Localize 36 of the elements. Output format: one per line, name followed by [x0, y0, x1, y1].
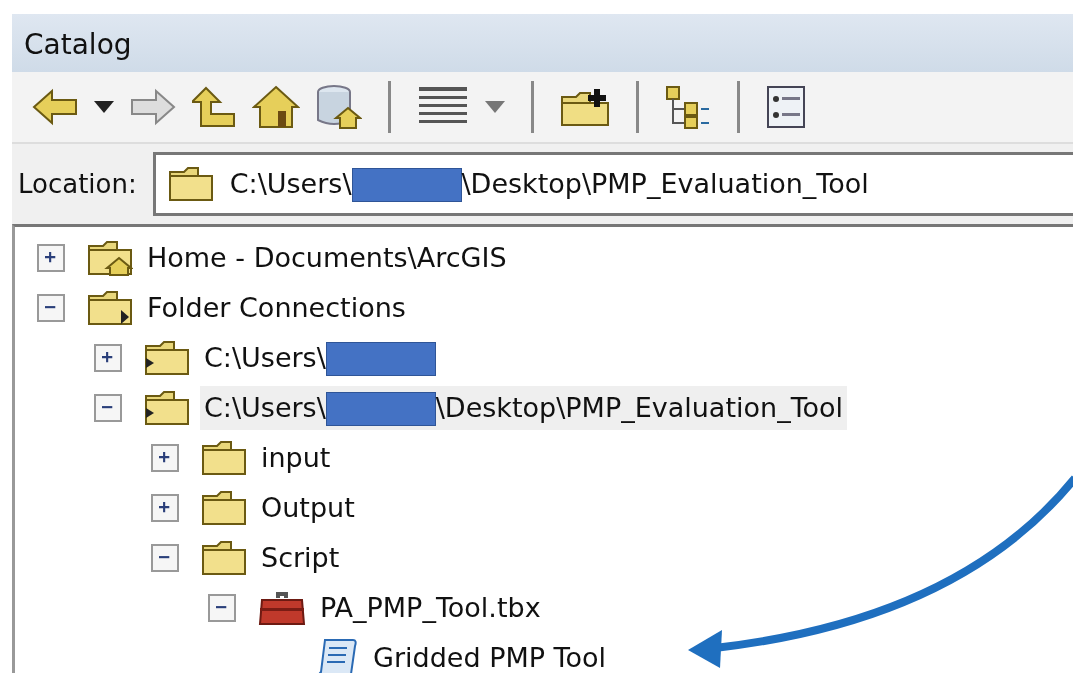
tree-view-icon[interactable] [665, 85, 711, 129]
tree-item[interactable]: input [257, 435, 335, 481]
dropdown-caret-icon[interactable] [94, 101, 114, 113]
database-home-icon[interactable] [316, 84, 362, 130]
tree-item[interactable]: C:\Users\ \Desktop\PMP_Evaluation_Tool [200, 385, 848, 431]
home-folder-icon [87, 240, 133, 276]
expand-toggle[interactable] [151, 444, 179, 472]
folder-icon [167, 166, 214, 202]
tree-item[interactable]: Script [257, 535, 344, 581]
back-arrow-icon[interactable] [32, 88, 78, 126]
collapse-toggle[interactable] [37, 294, 65, 322]
location-label: Location: [18, 167, 137, 201]
details-list-icon[interactable] [766, 85, 806, 129]
tree-item[interactable]: Gridded PMP Tool [369, 635, 611, 673]
up-arrow-icon[interactable] [192, 86, 236, 128]
folder-icon [201, 540, 247, 576]
folder-icon [201, 440, 247, 476]
tree-item[interactable]: PA_PMP_Tool.tbx [316, 585, 545, 631]
folder-arrow-icon [144, 390, 190, 426]
tree-item[interactable]: C:\Users\ [200, 335, 440, 381]
folder-arrow-icon [144, 340, 190, 376]
tree-item[interactable]: Output [257, 485, 359, 531]
expand-toggle[interactable] [94, 344, 122, 372]
expand-toggle[interactable] [151, 494, 179, 522]
collapse-toggle[interactable] [151, 544, 179, 572]
window-title: Catalog [12, 14, 1073, 72]
folder-arrow-icon [87, 290, 133, 326]
home-icon[interactable] [252, 85, 300, 129]
collapse-toggle[interactable] [94, 394, 122, 422]
collapse-toggle[interactable] [208, 594, 236, 622]
tree-item[interactable]: Folder Connections [143, 285, 410, 331]
new-folder-icon[interactable] [560, 87, 610, 127]
forward-arrow-icon[interactable] [130, 88, 176, 126]
tree-item[interactable]: Home - Documents\ArcGIS [143, 235, 511, 281]
folder-icon [201, 490, 247, 526]
expand-toggle[interactable] [37, 244, 65, 272]
